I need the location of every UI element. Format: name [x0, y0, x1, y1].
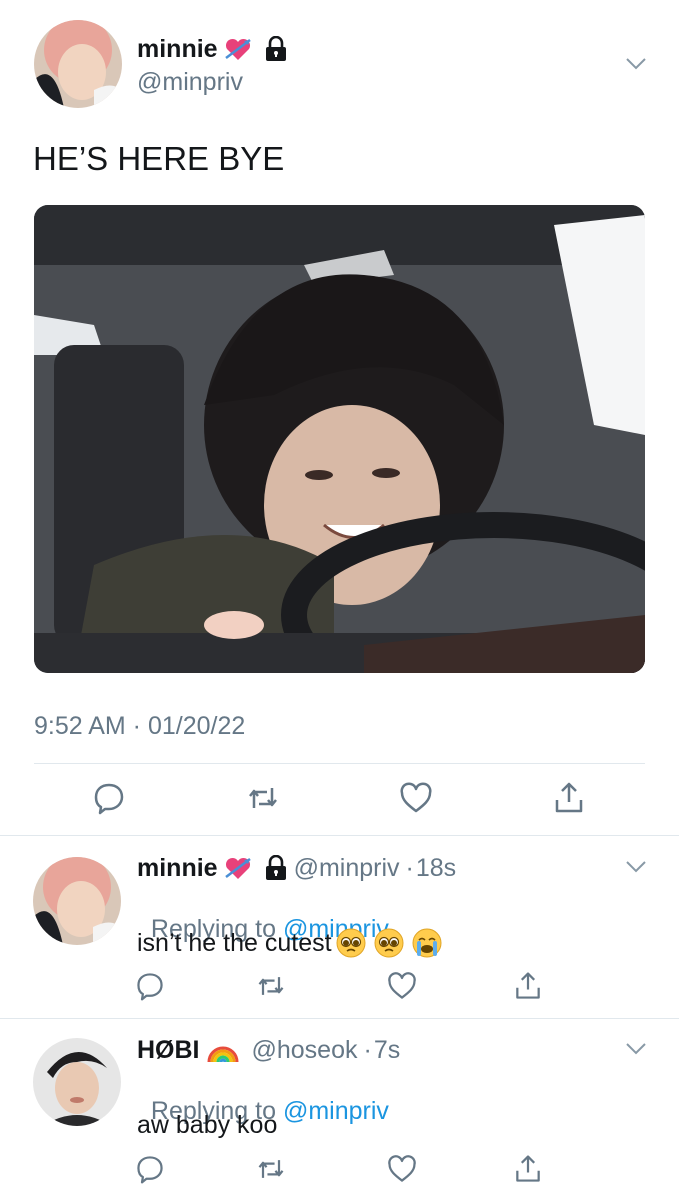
reply-time[interactable]: 7s — [374, 1036, 400, 1065]
retweet-icon[interactable] — [255, 1153, 287, 1185]
reply-avatar[interactable] — [33, 1038, 121, 1126]
divider — [34, 763, 645, 764]
reply-text: aw baby koo — [137, 1111, 278, 1139]
main-avatar[interactable] — [34, 20, 122, 108]
pleading-face-emoji — [336, 928, 366, 958]
reply-header: minnie @minpriv · 18s — [137, 852, 456, 884]
reply-icon[interactable] — [134, 970, 166, 1002]
like-icon[interactable] — [386, 970, 418, 1002]
chevron-down-icon[interactable] — [625, 57, 647, 71]
reply-text: isn’t he the cutest — [137, 928, 332, 957]
chevron-down-icon[interactable] — [625, 1042, 647, 1056]
retweet-icon[interactable] — [255, 970, 287, 1002]
rainbow-emoji — [207, 1046, 238, 1063]
meta-separator: · — [363, 1035, 372, 1064]
pleading-face-emoji — [374, 928, 404, 958]
chevron-down-icon[interactable] — [625, 860, 647, 874]
reply-author-name[interactable]: minnie — [137, 854, 218, 883]
share-icon[interactable] — [551, 780, 587, 816]
retweet-icon[interactable] — [245, 780, 281, 816]
main-author-name[interactable]: minnie — [137, 35, 218, 64]
tweet-photo[interactable] — [34, 205, 645, 673]
reply-author-handle[interactable]: @hoseok — [252, 1036, 358, 1065]
reply-icon[interactable] — [134, 1153, 166, 1185]
lock-icon — [265, 855, 286, 880]
lock-icon — [265, 36, 286, 61]
like-icon[interactable] — [386, 1153, 418, 1185]
reply-author-handle[interactable]: @minpriv — [294, 854, 400, 883]
share-icon[interactable] — [512, 970, 544, 1002]
reply-icon[interactable] — [91, 780, 127, 816]
crying-face-emoji — [412, 928, 442, 958]
share-icon[interactable] — [512, 1153, 544, 1185]
meta-separator: · — [405, 853, 414, 882]
main-author-handle[interactable]: @minpriv — [137, 68, 243, 97]
reply-time[interactable]: 18s — [416, 854, 456, 883]
main-author-row: minnie — [137, 33, 288, 65]
main-tweet-text: HE’S HERE BYE — [33, 140, 285, 177]
reply-avatar[interactable] — [33, 857, 121, 945]
reply-header: HØBI @hoseok · 7s — [137, 1034, 400, 1066]
replying-to-handle[interactable]: @minpriv — [283, 1097, 389, 1125]
divider — [0, 1018, 679, 1019]
main-timestamp[interactable]: 9:52 AM · 01/20/22 — [34, 712, 245, 741]
like-icon[interactable] — [398, 780, 434, 816]
reply-text-line: isn’t he the cutest — [137, 928, 442, 958]
divider — [0, 835, 679, 836]
reply-author-name[interactable]: HØBI — [137, 1036, 200, 1065]
heart-arrow-emoji — [224, 857, 251, 879]
heart-arrow-emoji — [224, 38, 251, 60]
